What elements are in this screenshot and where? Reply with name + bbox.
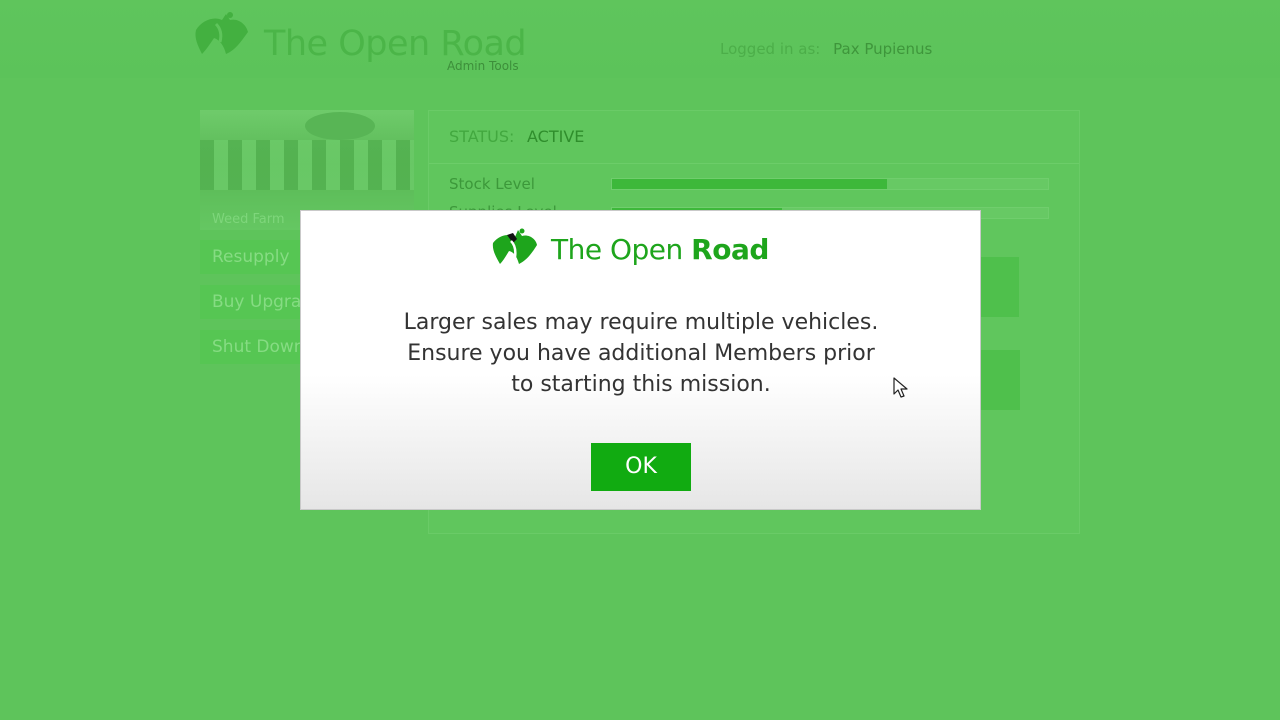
mouse-cursor-icon (893, 377, 908, 398)
dialog-title: The Open Road (551, 233, 769, 266)
brand-header: The Open Road Admin Tools (192, 10, 532, 76)
dialog-message-line: to starting this mission. (511, 372, 771, 397)
dialog-message-line: Ensure you have additional Members prior (407, 341, 875, 366)
dialog-message: Larger sales may require multiple vehicl… (341, 307, 941, 400)
logged-in-user: Pax Pupienus (833, 40, 933, 58)
alert-dialog: The Open Road Larger sales may require m… (300, 210, 981, 510)
status-label: STATUS: (449, 127, 515, 146)
logged-in-label: Logged in as: (720, 40, 821, 58)
thumbnail-caption: Weed Farm (212, 212, 285, 227)
stock-level-bar (611, 178, 1049, 190)
stock-level-label: Stock Level (449, 175, 535, 193)
stock-level-fill (612, 179, 887, 189)
ok-button[interactable]: OK (591, 443, 691, 491)
brand-subtitle: Admin Tools (447, 59, 519, 73)
login-info: Logged in as: Pax Pupienus (720, 40, 932, 58)
open-road-logo-icon (492, 228, 537, 264)
dialog-brand: The Open Road (491, 227, 791, 271)
brand-title: The Open Road (264, 24, 527, 64)
dialog-message-line: Larger sales may require multiple vehicl… (403, 310, 879, 335)
sell-stock-button[interactable] (979, 257, 1019, 317)
secondary-action-button[interactable] (979, 350, 1020, 410)
status-value: ACTIVE (527, 127, 585, 146)
open-road-logo-icon (195, 12, 248, 54)
status-row: STATUS: ACTIVE (429, 111, 1079, 164)
thumbnail-tree (305, 112, 375, 140)
dialog-title-light: The Open (551, 233, 692, 266)
dialog-title-bold: Road (691, 233, 769, 266)
thumbnail-greenhouse (200, 140, 414, 190)
